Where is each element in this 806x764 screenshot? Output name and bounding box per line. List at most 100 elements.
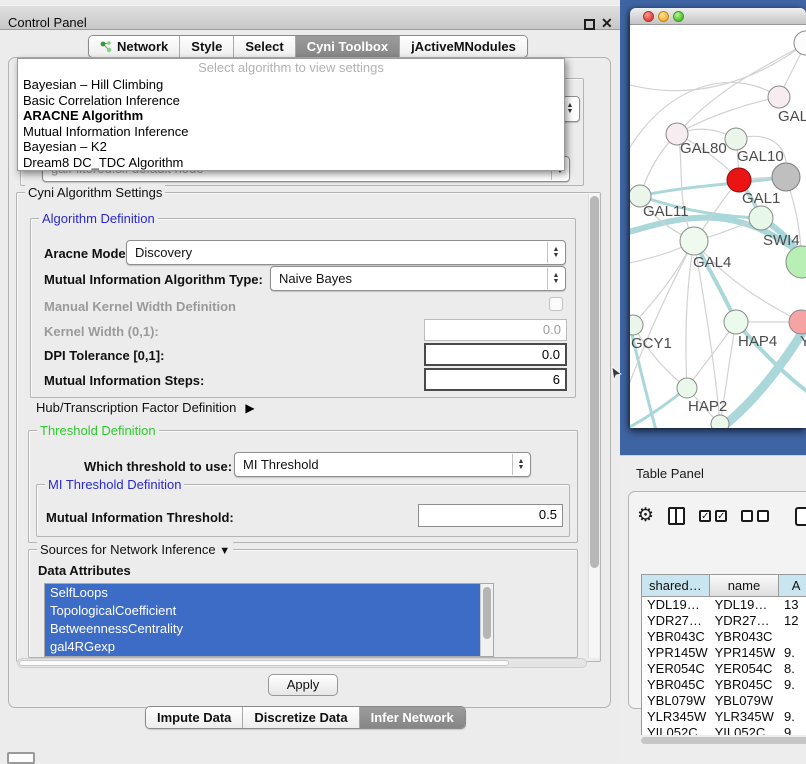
combobox-value: Naive Bayes bbox=[271, 267, 565, 286]
column-header-name[interactable]: name bbox=[710, 575, 779, 597]
scrollbar-thumb[interactable] bbox=[483, 587, 491, 639]
list-item[interactable]: gal4RGexp bbox=[45, 638, 480, 656]
cell: 9. bbox=[779, 645, 806, 661]
unselect-all-icon[interactable] bbox=[741, 510, 769, 522]
list-scrollbar[interactable] bbox=[480, 584, 493, 656]
tab-style[interactable]: Style bbox=[180, 36, 234, 57]
network-node-gal4[interactable] bbox=[680, 227, 708, 255]
manual-kernel-checkbox[interactable] bbox=[549, 297, 563, 311]
panel-title: Control Panel bbox=[8, 15, 87, 30]
dpi-tolerance-label: DPI Tolerance [0,1]: bbox=[44, 348, 164, 363]
network-node[interactable] bbox=[794, 31, 806, 55]
node-label: Y bbox=[800, 333, 806, 350]
tab-impute-data[interactable]: Impute Data bbox=[146, 707, 243, 728]
network-window-titlebar[interactable] bbox=[630, 8, 806, 25]
table-row[interactable]: YDL19…YDL19…13 bbox=[642, 597, 806, 613]
aracne-mode-combobox[interactable]: Discovery ▲▼ bbox=[126, 240, 566, 265]
tab-label: Cyni Toolbox bbox=[307, 36, 388, 58]
table-panel: Table Panel ⚙ ✓ ✓ shared… name A YDL19…Y… bbox=[620, 455, 806, 762]
dropdown-item[interactable]: Bayesian – Hill Climbing bbox=[18, 77, 564, 93]
network-canvas[interactable]: GAL GAL80 GAL10 GAL1 GAL11 SWI4 GAL4 GCY… bbox=[630, 25, 806, 428]
dpi-tolerance-field[interactable]: 0.0 bbox=[424, 343, 567, 366]
network-node[interactable] bbox=[768, 86, 790, 108]
tab-cyni-toolbox[interactable]: Cyni Toolbox bbox=[296, 36, 400, 57]
cell: YDR27… bbox=[710, 613, 779, 629]
collapsed-arrow-icon: ▶ bbox=[245, 401, 254, 415]
list-item[interactable]: TopologicalCoefficient bbox=[45, 602, 480, 620]
tab-label: Network bbox=[117, 36, 168, 58]
cell: YPR145W bbox=[710, 645, 779, 661]
network-node-hap4[interactable] bbox=[724, 310, 748, 334]
node-label: HAP2 bbox=[688, 398, 727, 415]
table-horizontal-scrollbar[interactable] bbox=[641, 736, 806, 745]
mi-threshold-field[interactable]: 0.5 bbox=[418, 504, 563, 527]
settings-scrollbar[interactable] bbox=[588, 194, 599, 658]
document-icon[interactable] bbox=[795, 507, 806, 526]
network-node-swi4[interactable] bbox=[786, 246, 806, 278]
zoom-traffic-light-icon[interactable] bbox=[673, 11, 684, 22]
control-panel-titlebar: Control Panel ✕ bbox=[0, 5, 620, 30]
table-row[interactable]: YDR27…YDR27…12 bbox=[642, 613, 806, 629]
column-header-partial[interactable]: A bbox=[779, 575, 806, 597]
cell: YDR27… bbox=[642, 613, 710, 629]
minimize-traffic-light-icon[interactable] bbox=[658, 11, 669, 22]
table-row[interactable]: YBR045CYBR045C9. bbox=[642, 677, 806, 693]
columns-icon[interactable] bbox=[668, 507, 685, 525]
dropdown-item-selected[interactable]: ARACNE Algorithm bbox=[18, 108, 564, 124]
network-node-gal10[interactable] bbox=[725, 128, 747, 150]
table-row[interactable]: YIL052CYIL052C9 bbox=[642, 725, 806, 735]
manual-kernel-label: Manual Kernel Width Definition bbox=[44, 299, 236, 314]
dropdown-item[interactable]: Dream8 DC_TDC Algorithm bbox=[18, 155, 564, 171]
dock-icon[interactable] bbox=[7, 752, 35, 764]
select-all-icon[interactable]: ✓ ✓ bbox=[699, 510, 727, 522]
table-row[interactable]: YBR043CYBR043C bbox=[642, 629, 806, 645]
which-threshold-combobox[interactable]: MI Threshold ▲▼ bbox=[234, 452, 531, 477]
close-icon[interactable]: ✕ bbox=[601, 15, 613, 32]
network-node-gcy1[interactable] bbox=[630, 315, 643, 335]
data-attributes-list[interactable]: SelfLoops TopologicalCoefficient Between… bbox=[44, 583, 494, 657]
cell: 9 bbox=[779, 725, 806, 735]
scrollbar-thumb[interactable] bbox=[19, 660, 509, 666]
tab-discretize-data[interactable]: Discretize Data bbox=[243, 707, 359, 728]
mi-steps-field[interactable]: 6 bbox=[424, 368, 567, 391]
kernel-width-field[interactable]: 0.0 bbox=[424, 319, 567, 341]
table-row[interactable]: YBL079WYBL079W bbox=[642, 693, 806, 709]
network-node-pink[interactable] bbox=[789, 310, 806, 334]
cell: YIL052C bbox=[710, 725, 779, 735]
network-node-gal1[interactable] bbox=[749, 206, 773, 230]
column-header-shared-name[interactable]: shared… bbox=[642, 575, 710, 597]
gear-icon[interactable]: ⚙ bbox=[637, 505, 654, 527]
dropdown-item[interactable]: Basic Correlation Inference bbox=[18, 93, 564, 109]
network-node-selected-red[interactable] bbox=[727, 168, 751, 192]
scrollbar-thumb[interactable] bbox=[590, 196, 599, 568]
network-view-window[interactable]: GAL GAL80 GAL10 GAL1 GAL11 SWI4 GAL4 GCY… bbox=[630, 8, 806, 428]
list-item[interactable]: BetweennessCentrality bbox=[45, 620, 480, 638]
scrollbar-thumb[interactable] bbox=[641, 737, 806, 744]
float-window-icon[interactable] bbox=[584, 19, 595, 30]
tab-infer-network[interactable]: Infer Network bbox=[360, 707, 465, 728]
node-table: shared… name A YDL19…YDL19…13 YDR27…YDR2… bbox=[641, 574, 806, 735]
tab-select[interactable]: Select bbox=[234, 36, 295, 57]
dropdown-item[interactable]: Bayesian – K2 bbox=[18, 139, 564, 155]
close-traffic-light-icon[interactable] bbox=[643, 11, 654, 22]
hub-definition-expander[interactable]: Hub/Transcription Factor Definition ▶ bbox=[36, 400, 255, 415]
table-row[interactable]: YLR345WYLR345W9. bbox=[642, 709, 806, 725]
algorithm-dropdown-popup: Select algorithm to view settings Bayesi… bbox=[17, 58, 565, 171]
network-node-hap2[interactable] bbox=[677, 378, 697, 398]
table-panel-window: ⚙ ✓ ✓ shared… name A YDL19…YDL19…13 YDR2… bbox=[628, 491, 806, 709]
table-row[interactable]: YER054CYER054C8. bbox=[642, 661, 806, 677]
expanded-arrow-icon[interactable]: ▼ bbox=[219, 545, 230, 557]
network-node[interactable] bbox=[772, 163, 800, 191]
horizontal-scrollbar[interactable] bbox=[17, 658, 587, 668]
network-node[interactable] bbox=[711, 415, 729, 428]
apply-button[interactable]: Apply bbox=[268, 674, 338, 696]
list-item[interactable]: SelfLoops bbox=[45, 584, 480, 602]
dropdown-item[interactable]: Mutual Information Inference bbox=[18, 124, 564, 140]
tab-jactivemnodules[interactable]: jActiveMNodules bbox=[400, 36, 527, 57]
group-title: Algorithm Definition bbox=[39, 211, 158, 226]
table-row[interactable]: YPR145WYPR145W9. bbox=[642, 645, 806, 661]
tab-network[interactable]: Network bbox=[89, 36, 180, 57]
mi-type-combobox[interactable]: Naive Bayes ▲▼ bbox=[270, 266, 566, 291]
cell: YBR045C bbox=[710, 677, 779, 693]
cell: YBR043C bbox=[710, 629, 779, 645]
